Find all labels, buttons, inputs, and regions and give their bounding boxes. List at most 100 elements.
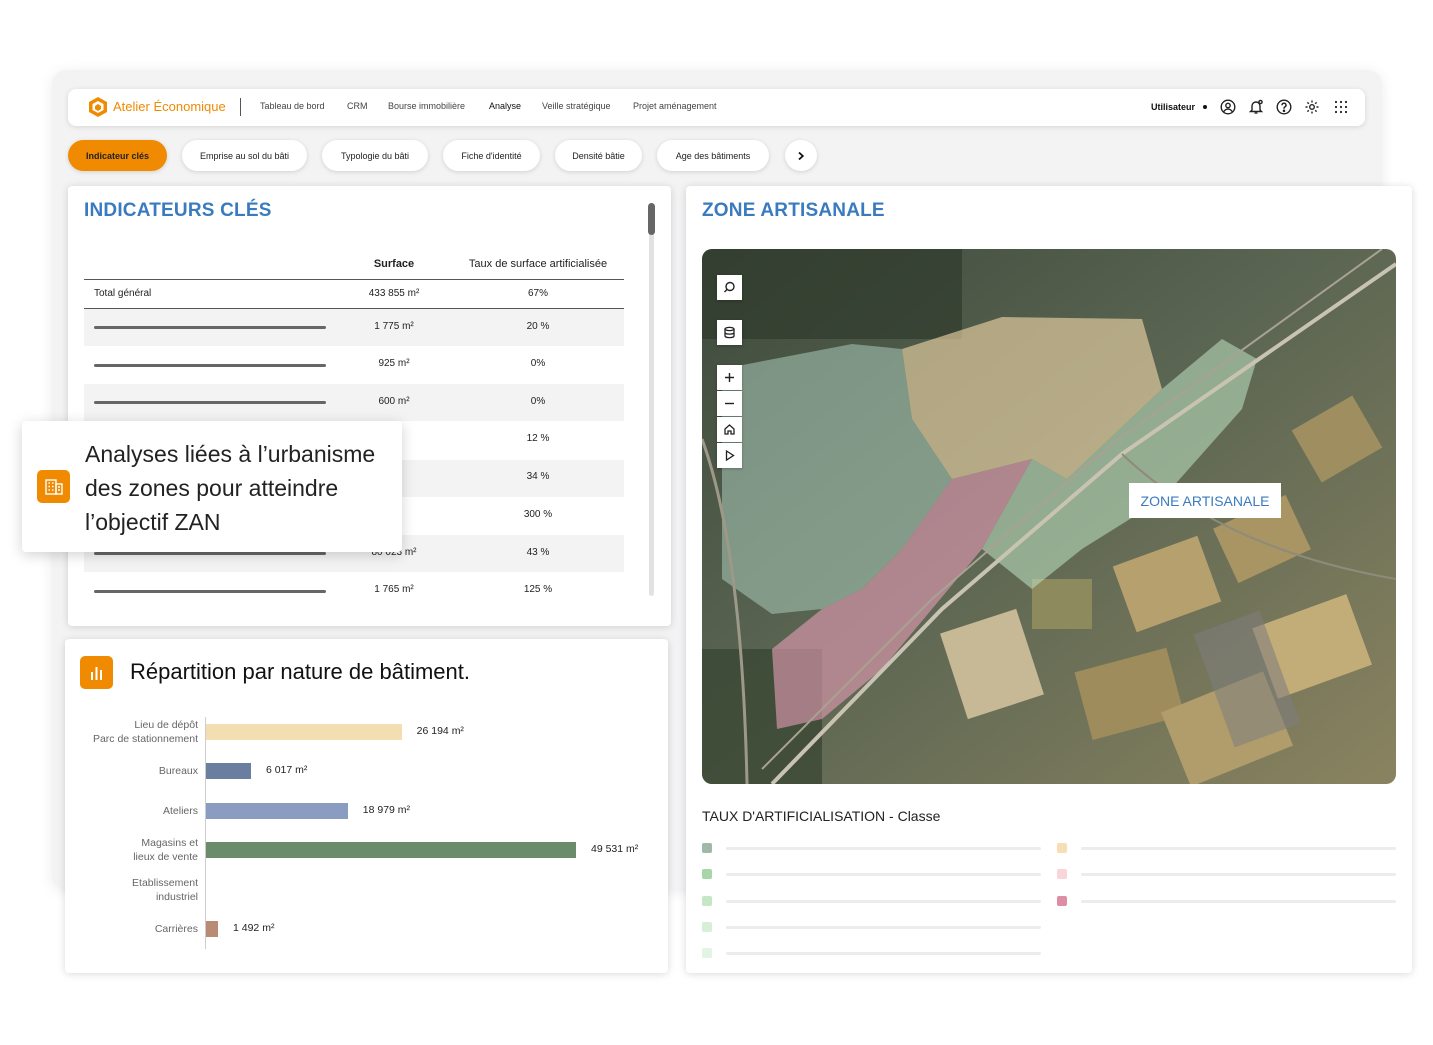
feature-callout-text: Analyses liées à l’urbanisme des zones p… [85,441,376,535]
brand-name[interactable]: Atelier Économique [113,99,226,114]
bar[interactable] [206,802,348,819]
total-surface: 433 855 m² [368,288,420,299]
tab-age-des-batiments[interactable]: Age des bâtiments [657,140,769,171]
row-surface: 1 775 m² [374,321,414,332]
row-label-placeholder [94,326,326,329]
nav-item-projet-amenagement[interactable]: Projet aménagement [633,101,717,111]
nav-item-bourse-immobiliere[interactable]: Bourse immobilière [388,101,465,111]
row-rate: 43 % [526,547,550,558]
satellite-map[interactable] [702,249,1396,784]
layers-icon [724,326,735,339]
legend-swatch [702,921,712,932]
bar-category-label: Lieu de dépôt Parc de stationnement [92,719,198,745]
bar-category-label: Bureaux [158,765,198,778]
legend-label-placeholder [726,952,1041,956]
tab-densite-batie[interactable]: Densité bâtie [555,140,642,171]
row-rate: 0% [530,358,546,369]
legend-swatch [1057,869,1067,880]
zone-label[interactable]: ZONE ARTISANALE [1129,483,1281,518]
gear-icon[interactable] [1304,99,1320,115]
legend-label-placeholder [1081,847,1396,850]
bar-value-label: 18 979 m² [362,803,411,816]
bar-value-label: 26 194 m² [416,725,464,737]
nav-item-analyse[interactable]: Analyse [489,101,521,111]
bar-value-label: 1 492 m² [233,922,275,934]
legend-swatch [702,948,712,959]
map-home-button[interactable] [717,417,742,442]
nav-item-tableau-de-bord[interactable]: Tableau de bord [260,101,325,111]
column-header-surface: Surface [373,258,415,270]
bar[interactable] [206,763,251,780]
column-header-taux: Taux de surface artificialisée [468,258,608,270]
apps-grid-icon[interactable] [1333,99,1349,115]
zoom-in-icon [725,373,734,382]
bar-value-label: 49 531 m² [591,843,639,856]
legend-swatch [702,869,712,880]
legend-title: TAUX D'ARTIFICIALISATION - Classe [702,808,941,824]
legend-label-placeholder [1081,873,1396,877]
tab-typologie-du-bati[interactable]: Typologie du bâti [322,140,428,171]
bar-category-label: Etablissement industriel [132,876,198,903]
total-rate: 67% [527,288,548,299]
legend-label-placeholder [726,847,1041,850]
user-menu[interactable]: Utilisateur [1151,102,1195,112]
logo-icon [89,97,107,117]
map-search-button[interactable] [717,275,742,300]
legend-swatch [1057,843,1067,853]
legend-label-placeholder [726,899,1041,903]
tab-fiche-identite[interactable]: Fiche d'identité [443,140,540,171]
zoom-out-icon [725,402,734,405]
nav-item-veille-strategique[interactable]: Veille stratégique [542,101,611,111]
total-label: Total général [94,288,152,299]
tab-indicateur-cles[interactable]: Indicateur clés [68,140,167,171]
row-rate: 34 % [526,471,550,482]
row-surface: 925 m² [378,358,410,369]
tab-emprise-au-sol[interactable]: Emprise au sol du bâti [182,140,307,171]
bar-category-label: Carrières [154,923,198,935]
map-zoom-out-button[interactable] [717,391,742,416]
row-label-placeholder [94,401,326,404]
bar-chart-icon [80,656,113,689]
legend-label-placeholder [726,925,1041,929]
legend-swatch [702,895,712,906]
legend-swatch [1057,895,1067,906]
bar-value-label: 6 017 m² [265,764,308,777]
map-zoom-in-button[interactable] [717,365,742,390]
search-icon [724,281,735,293]
row-label-placeholder [94,552,326,555]
indicators-title: INDICATEURS CLÉS [84,200,272,221]
chevron-right-icon [798,151,805,160]
row-surface: 600 m² [378,396,410,407]
legend-label-placeholder [1081,899,1396,903]
row-rate: 12 % [526,433,550,444]
row-rate: 20 % [526,321,550,332]
row-label-placeholder [94,590,326,593]
help-icon[interactable] [1276,99,1292,115]
map-play-button[interactable] [717,443,742,468]
bar-category-label: Ateliers [162,804,198,817]
user-circle-icon[interactable] [1220,99,1236,115]
user-status-dot [1203,105,1207,109]
home-icon [724,424,735,435]
chart-axis [205,717,206,949]
map-layers-button[interactable] [717,320,742,345]
table-scrollbar-track[interactable] [649,203,654,596]
nav-divider [240,98,241,116]
bar[interactable] [206,842,576,859]
table-header-rule [84,279,624,280]
row-rate: 125 % [523,584,553,595]
bar-category-label: Magasins et lieux de vente [133,837,198,864]
bar[interactable] [206,724,402,740]
bell-icon[interactable] [1248,99,1264,115]
row-rate: 0% [530,396,546,407]
play-icon [725,449,735,462]
map-panel-title: ZONE ARTISANALE [702,200,885,221]
table-scrollbar-thumb[interactable] [648,203,655,235]
row-label-placeholder [94,364,326,367]
building-icon [37,470,70,503]
bar[interactable] [206,921,218,937]
nav-item-crm[interactable]: CRM [347,101,368,111]
chips-next-button[interactable] [785,140,817,171]
row-rate: 300 % [523,509,553,520]
legend-label-placeholder [726,873,1041,877]
